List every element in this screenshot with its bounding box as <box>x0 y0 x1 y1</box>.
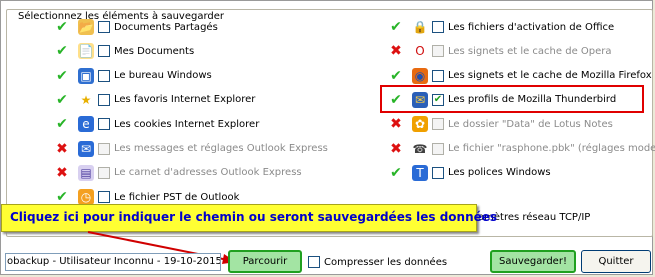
save-button-label: Sauvegarder! <box>499 256 567 267</box>
callout-arrow <box>87 231 236 264</box>
save-button[interactable]: Sauvegarder! <box>490 250 576 273</box>
compress-option[interactable]: Compresser les données <box>308 256 447 268</box>
quit-button[interactable]: Quitter <box>581 250 651 273</box>
compress-checkbox[interactable] <box>308 256 320 268</box>
quit-button-label: Quitter <box>598 256 634 267</box>
browse-button[interactable]: Parcourir <box>228 250 302 273</box>
browse-button-label: Parcourir <box>242 256 288 267</box>
backup-path-field[interactable]: obackup - Utilisateur Inconnu - 19-10-20… <box>5 253 221 271</box>
compress-label: Compresser les données <box>324 256 448 268</box>
